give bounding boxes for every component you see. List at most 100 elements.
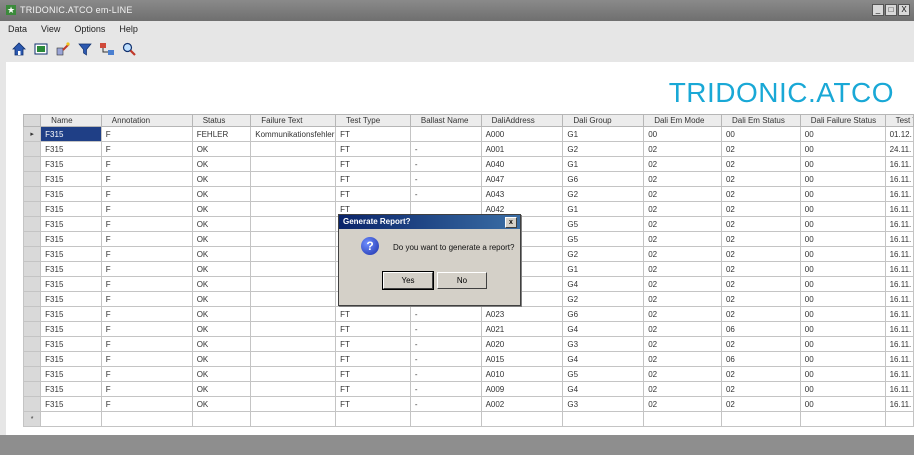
- table-cell[interactable]: 02: [720, 231, 801, 247]
- table-cell[interactable]: [250, 186, 337, 202]
- table-cell[interactable]: F: [100, 171, 193, 187]
- table-cell[interactable]: 02: [720, 186, 801, 202]
- table-cell[interactable]: F315: [40, 171, 102, 187]
- table-cell[interactable]: FT: [335, 171, 411, 187]
- table-cell[interactable]: F315: [40, 381, 102, 397]
- table-cell[interactable]: 00: [799, 246, 886, 262]
- column-header[interactable]: Ballast Name: [409, 114, 482, 127]
- table-cell[interactable]: [562, 411, 645, 427]
- table-row[interactable]: F315 F OK FT - A023 G6 02 02 00 16.11.: [22, 306, 914, 322]
- column-header[interactable]: Dali Group: [562, 114, 645, 127]
- table-cell[interactable]: FT: [335, 126, 411, 142]
- table-cell[interactable]: FT: [335, 141, 411, 157]
- row-selector[interactable]: [22, 306, 42, 322]
- column-header[interactable]: Dali Failure Status: [799, 114, 886, 127]
- table-cell[interactable]: [250, 351, 337, 367]
- table-cell[interactable]: OK: [191, 261, 252, 277]
- column-header[interactable]: Test T: [884, 114, 914, 127]
- table-cell[interactable]: A015: [480, 351, 564, 367]
- table-cell[interactable]: G6: [562, 171, 645, 187]
- table-cell[interactable]: 16.11.: [884, 321, 914, 337]
- table-cell[interactable]: 00: [799, 171, 886, 187]
- table-cell[interactable]: [250, 261, 337, 277]
- table-cell[interactable]: 16.11.: [884, 351, 914, 367]
- table-cell[interactable]: 00: [799, 381, 886, 397]
- table-cell[interactable]: 00: [799, 366, 886, 382]
- table-cell[interactable]: F315: [40, 186, 102, 202]
- table-cell[interactable]: F: [100, 141, 193, 157]
- table-cell[interactable]: [250, 366, 337, 382]
- table-cell[interactable]: [250, 381, 337, 397]
- table-cell[interactable]: F315: [40, 306, 102, 322]
- row-selector[interactable]: [22, 396, 42, 412]
- table-row[interactable]: F315 F OK FT - A009 G4 02 02 00 16.11.: [22, 381, 914, 397]
- table-cell[interactable]: 02: [720, 216, 801, 232]
- table-cell[interactable]: 02: [643, 201, 722, 217]
- table-cell[interactable]: A040: [480, 156, 564, 172]
- table-cell[interactable]: F: [100, 276, 193, 292]
- table-cell[interactable]: OK: [191, 201, 252, 217]
- table-cell[interactable]: G1: [562, 156, 645, 172]
- table-cell[interactable]: 02: [720, 381, 801, 397]
- row-selector[interactable]: [22, 291, 42, 307]
- table-cell[interactable]: [250, 411, 337, 427]
- grid-view-button[interactable]: [32, 40, 50, 58]
- table-cell[interactable]: A020: [480, 336, 564, 352]
- row-selector[interactable]: [22, 171, 42, 187]
- table-cell[interactable]: F: [100, 231, 193, 247]
- table-cell[interactable]: F: [100, 381, 193, 397]
- table-cell[interactable]: -: [409, 306, 482, 322]
- table-cell[interactable]: 16.11.: [884, 276, 914, 292]
- table-cell[interactable]: 16.11.: [884, 336, 914, 352]
- table-cell[interactable]: [409, 411, 482, 427]
- table-cell[interactable]: A009: [480, 381, 564, 397]
- table-cell[interactable]: 00: [799, 321, 886, 337]
- no-button[interactable]: No: [437, 272, 487, 289]
- table-cell[interactable]: 02: [720, 141, 801, 157]
- table-cell[interactable]: G6: [562, 306, 645, 322]
- table-cell[interactable]: OK: [191, 216, 252, 232]
- table-cell[interactable]: F315: [40, 291, 102, 307]
- table-cell[interactable]: F315: [40, 366, 102, 382]
- table-cell[interactable]: 24.11.: [884, 141, 914, 157]
- table-cell[interactable]: G1: [562, 201, 645, 217]
- column-header[interactable]: Test Type: [335, 114, 411, 127]
- table-cell[interactable]: [250, 246, 337, 262]
- table-cell[interactable]: G4: [562, 276, 645, 292]
- table-cell[interactable]: 00: [799, 291, 886, 307]
- row-selector[interactable]: [22, 201, 42, 217]
- row-selector[interactable]: [22, 276, 42, 292]
- table-cell[interactable]: 00: [799, 231, 886, 247]
- table-cell[interactable]: F: [100, 216, 193, 232]
- menu-view[interactable]: View: [33, 21, 66, 38]
- table-cell[interactable]: 16.11.: [884, 156, 914, 172]
- table-cell[interactable]: OK: [191, 246, 252, 262]
- table-cell[interactable]: [799, 411, 886, 427]
- table-cell[interactable]: 02: [643, 186, 722, 202]
- table-cell[interactable]: OK: [191, 156, 252, 172]
- table-cell[interactable]: F315: [40, 216, 102, 232]
- new-row[interactable]: *: [22, 411, 914, 427]
- table-cell[interactable]: OK: [191, 186, 252, 202]
- column-header[interactable]: Dali Em Mode: [643, 114, 722, 127]
- table-cell[interactable]: 02: [643, 306, 722, 322]
- table-cell[interactable]: 02: [720, 246, 801, 262]
- column-header[interactable]: Name: [40, 114, 102, 127]
- table-cell[interactable]: FT: [335, 336, 411, 352]
- table-cell[interactable]: [250, 396, 337, 412]
- table-cell[interactable]: OK: [191, 336, 252, 352]
- table-cell[interactable]: 02: [643, 216, 722, 232]
- table-cell[interactable]: 02: [643, 396, 722, 412]
- table-cell[interactable]: F: [100, 351, 193, 367]
- table-cell[interactable]: -: [409, 321, 482, 337]
- table-row[interactable]: F315 F OK FT - A047 G6 02 02 00 16.11.: [22, 171, 914, 187]
- row-selector[interactable]: [22, 216, 42, 232]
- table-cell[interactable]: FT: [335, 306, 411, 322]
- table-cell[interactable]: 02: [643, 291, 722, 307]
- table-cell[interactable]: 02: [643, 336, 722, 352]
- table-cell[interactable]: [335, 411, 411, 427]
- table-cell[interactable]: F315: [40, 246, 102, 262]
- row-selector[interactable]: [22, 336, 42, 352]
- maximize-button[interactable]: □: [885, 4, 897, 16]
- table-cell[interactable]: [250, 321, 337, 337]
